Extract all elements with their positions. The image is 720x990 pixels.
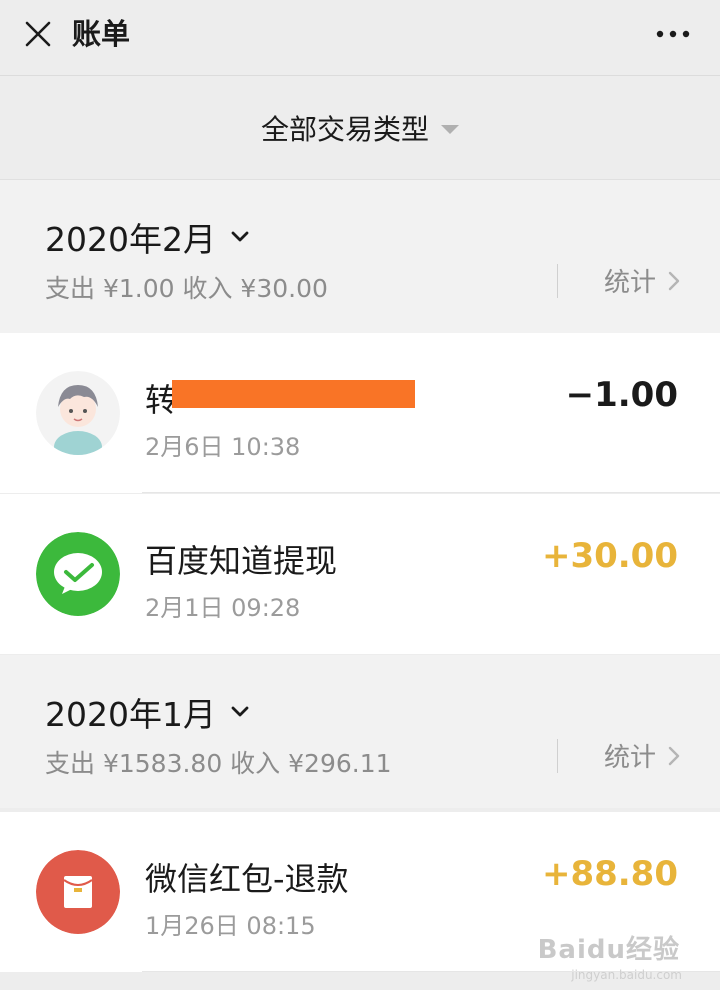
red-packet-icon (36, 850, 120, 934)
month-title: 2020年1月 (45, 695, 216, 734)
close-button[interactable] (18, 14, 58, 54)
month-selector[interactable]: 2020年2月 (45, 213, 250, 261)
watermark-url: jingyan.baidu.com (571, 968, 682, 982)
transaction-type-filter[interactable]: 全部交易类型 (0, 76, 720, 179)
transaction-amount: +30.00 (541, 536, 678, 576)
transaction-time: 1月26日 08:15 (145, 912, 316, 940)
chevron-right-icon (668, 746, 680, 765)
month-title: 2020年2月 (45, 220, 216, 259)
separator (557, 739, 558, 773)
transaction-time: 2月1日 09:28 (145, 594, 301, 622)
month-summary: 支出 ¥1.00 收入 ¥30.00 (45, 274, 328, 303)
row-divider (142, 492, 720, 493)
separator (557, 264, 558, 298)
stats-link[interactable]: 统计 (604, 262, 680, 299)
close-icon (25, 21, 51, 47)
month-header-feb: 2020年2月 支出 ¥1.00 收入 ¥30.00 统计 (0, 180, 720, 333)
wechat-pay-icon (36, 532, 120, 616)
transaction-row[interactable]: 转 2月6日 10:38 −1.00 (0, 333, 720, 493)
chevron-down-icon (231, 706, 249, 717)
chevron-down-icon (231, 231, 249, 242)
month-summary: 支出 ¥1583.80 收入 ¥296.11 (45, 749, 392, 778)
caret-down-icon (441, 125, 459, 134)
more-icon (656, 30, 690, 38)
top-bar: 账单 (0, 0, 720, 75)
stats-link[interactable]: 统计 (604, 737, 680, 774)
month-header-jan: 2020年1月 支出 ¥1583.80 收入 ¥296.11 统计 (0, 655, 720, 808)
transaction-title: 微信红包-退款 (145, 860, 349, 898)
transaction-title: 百度知道提现 (145, 542, 338, 580)
month-selector[interactable]: 2020年1月 (45, 688, 250, 736)
transaction-amount: −1.00 (565, 375, 678, 415)
watermark: Baidu经验 (537, 935, 680, 965)
stats-label: 统计 (604, 743, 657, 773)
stats-label: 统计 (604, 268, 657, 298)
more-button[interactable] (648, 14, 698, 54)
transaction-row[interactable]: 百度知道提现 2月1日 09:28 +30.00 (0, 494, 720, 654)
transaction-amount: +88.80 (541, 854, 678, 894)
redaction-block (172, 380, 415, 408)
transaction-time: 2月6日 10:38 (145, 433, 301, 461)
filter-label: 全部交易类型 (260, 112, 429, 146)
avatar-icon (36, 371, 120, 455)
chevron-right-icon (668, 271, 680, 290)
page-title: 账单 (72, 17, 131, 51)
